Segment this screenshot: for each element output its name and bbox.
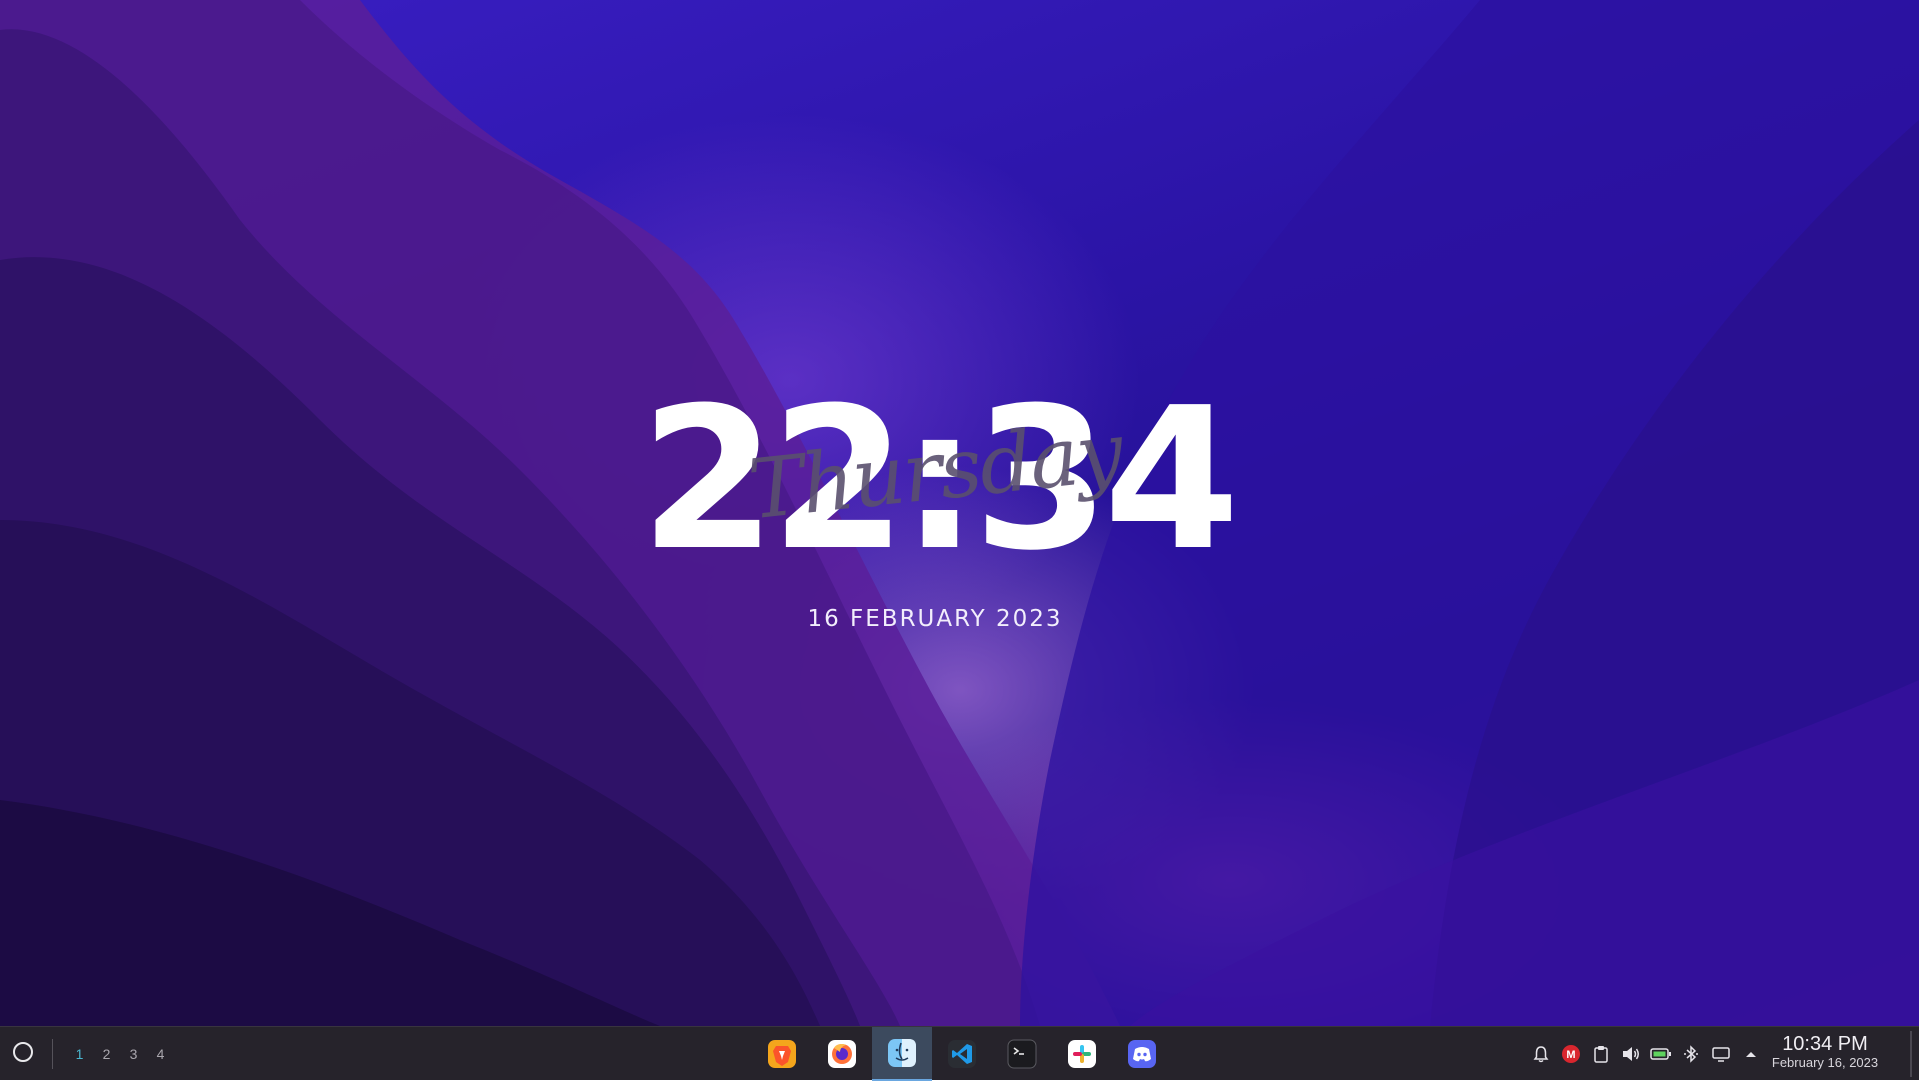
workspace-1[interactable]: 1 <box>66 1027 93 1081</box>
volume-icon[interactable] <box>1616 1027 1646 1081</box>
mail-icon[interactable]: M <box>1556 1027 1586 1081</box>
display-icon[interactable] <box>1706 1027 1736 1081</box>
mail-icon-label: M <box>1566 1049 1575 1061</box>
finder-icon <box>888 1039 916 1067</box>
show-desktop-button[interactable] <box>1910 1031 1912 1077</box>
circle-launcher-icon[interactable] <box>13 1042 33 1062</box>
discord-icon <box>1128 1040 1156 1068</box>
workspace-4[interactable]: 4 <box>147 1027 174 1081</box>
workspace-2[interactable]: 2 <box>93 1027 120 1081</box>
vscode-icon <box>948 1040 976 1068</box>
dock-item-vscode[interactable] <box>932 1027 992 1081</box>
widget-date: 16 FEBRUARY 2023 <box>807 606 1063 632</box>
bluetooth-icon[interactable] <box>1676 1027 1706 1081</box>
taskbar: 1 2 3 4 M 10:34 PM February 16, 2023 <box>0 1026 1919 1081</box>
slack-icon <box>1068 1040 1096 1068</box>
dock-item-terminal[interactable] <box>992 1027 1052 1081</box>
taskbar-separator <box>52 1039 53 1069</box>
taskbar-clock-date: February 16, 2023 <box>1771 1055 1879 1070</box>
notification-bell-icon[interactable] <box>1526 1027 1556 1081</box>
workspace-3[interactable]: 3 <box>120 1027 147 1081</box>
firefox-icon <box>828 1040 856 1068</box>
desktop-wallpaper: 22:34 Thursday 16 FEBRUARY 2023 <box>0 0 1919 1026</box>
app-dock <box>752 1027 1172 1081</box>
clock-widget: 22:34 Thursday 16 FEBRUARY 2023 <box>640 380 1240 640</box>
taskbar-clock[interactable]: 10:34 PM February 16, 2023 <box>1760 1033 1890 1071</box>
battery-icon[interactable] <box>1646 1027 1676 1081</box>
taskbar-clock-time: 10:34 PM <box>1782 1033 1868 1055</box>
system-tray: M <box>1526 1027 1766 1081</box>
workspace-switcher: 1 2 3 4 <box>66 1027 174 1081</box>
brave-icon <box>768 1040 796 1068</box>
dock-item-slack[interactable] <box>1052 1027 1112 1081</box>
dock-item-firefox[interactable] <box>812 1027 872 1081</box>
terminal-icon <box>1007 1039 1037 1069</box>
dock-item-finder[interactable] <box>872 1027 932 1081</box>
clipboard-icon[interactable] <box>1586 1027 1616 1081</box>
dock-item-brave[interactable] <box>752 1027 812 1081</box>
dock-item-discord[interactable] <box>1112 1027 1172 1081</box>
